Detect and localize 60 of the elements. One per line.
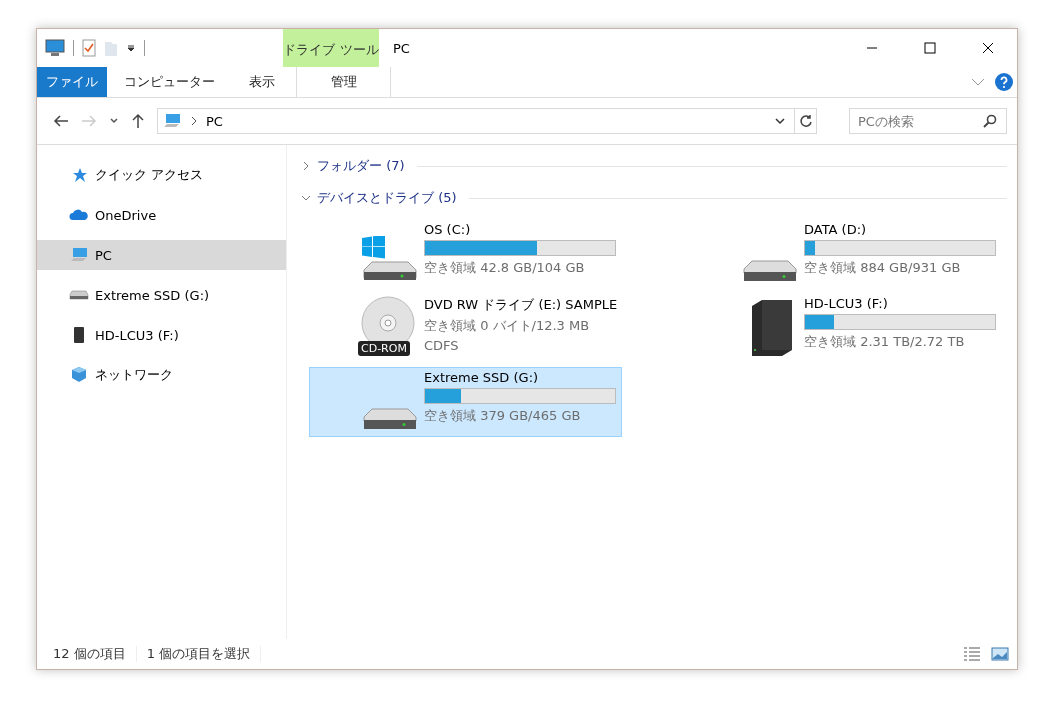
large-icons-view-icon[interactable]	[991, 646, 1009, 662]
ribbon-tab[interactable]: 管理	[296, 67, 391, 97]
group-header[interactable]: デバイスとドライブ (5)	[317, 189, 457, 207]
free-space-text: 空き領域 379 GB/465 GB	[424, 407, 582, 425]
group-header[interactable]: フォルダー (7)	[317, 157, 405, 175]
drive-name: Extreme SSD (G:)	[424, 370, 540, 385]
drive-icon	[362, 408, 418, 430]
cd-rom-label: CD-ROM	[358, 341, 410, 356]
context-tab-header: ドライブ ツール	[283, 29, 379, 67]
details-view-icon[interactable]	[963, 646, 981, 662]
free-space-text: 空き領域 2.31 TB/2.72 TB	[804, 333, 966, 351]
sidebar-item[interactable]: PC	[37, 240, 286, 270]
item-count: 12 個の項目	[53, 645, 126, 663]
address-path[interactable]: PC	[206, 113, 223, 129]
chevron-right-icon[interactable]	[190, 116, 198, 126]
free-space-text: 空き領域 884 GB/931 GB	[804, 259, 962, 277]
ribbon-tab[interactable]: コンピューター	[107, 67, 232, 97]
cloud-icon	[69, 209, 89, 221]
close-icon	[982, 42, 994, 54]
free-space-text: 空き領域 0 バイト/12.3 MB	[424, 317, 591, 335]
drive-tile[interactable]: DATA (D:) 空き領域 884 GB/931 GB	[689, 219, 1002, 289]
refresh-icon	[798, 114, 813, 128]
drive-tile[interactable]: OS (C:) 空き領域 42.8 GB/104 GB	[309, 219, 622, 289]
sidebar-item[interactable]: クイック アクセス	[37, 160, 286, 190]
computer-icon	[69, 247, 89, 263]
drive-icon	[742, 260, 798, 282]
drive-name: DATA (D:)	[804, 222, 868, 237]
windows-drive-icon	[360, 236, 418, 282]
address-bar[interactable]: PC	[157, 108, 817, 134]
up-arrow-icon[interactable]	[131, 113, 145, 129]
sidebar-item[interactable]: Extreme SSD (G:)	[37, 280, 286, 310]
chevron-down-icon[interactable]	[774, 117, 786, 125]
chevron-down-icon[interactable]	[109, 117, 119, 125]
computer-icon	[162, 113, 182, 129]
ribbon-tab[interactable]: 表示	[232, 67, 292, 97]
drive-name: DVD RW ドライブ (E:) SAMPLE	[424, 296, 618, 314]
drive-name: HD-LCU3 (F:)	[804, 296, 889, 311]
properties-icon[interactable]	[82, 39, 96, 57]
help-icon[interactable]	[995, 73, 1013, 91]
maximize-icon	[924, 42, 936, 54]
sidebar-item[interactable]: ネットワーク	[37, 360, 286, 390]
chevron-right-icon[interactable]	[301, 161, 311, 171]
search-icon	[983, 114, 997, 128]
drive-tile[interactable]: CD-ROM DVD RW ドライブ (E:) SAMPLE 空き領域 0 バイト/12.3 MB CDFS	[309, 293, 622, 363]
ribbon-tab[interactable]: ファイル	[37, 67, 107, 97]
sidebar-item[interactable]: OneDrive	[37, 200, 286, 230]
network-icon	[69, 366, 89, 384]
free-space-text: 空き領域 42.8 GB/104 GB	[424, 259, 586, 277]
drive-tile[interactable]: HD-LCU3 (F:) 空き領域 2.31 TB/2.72 TB	[689, 293, 1002, 363]
file-system-text: CDFS	[424, 338, 460, 353]
back-arrow-icon[interactable]	[53, 114, 69, 128]
selection-count: 1 個の項目を選択	[146, 645, 251, 663]
dropdown-icon[interactable]	[126, 43, 136, 53]
drive-name: OS (C:)	[424, 222, 472, 237]
drive-tile[interactable]: Extreme SSD (G:) 空き領域 379 GB/465 GB	[309, 367, 622, 437]
search-field[interactable]: PCの検索	[849, 108, 1007, 134]
computer-icon[interactable]	[45, 39, 65, 57]
sidebar-item[interactable]: HD-LCU3 (F:)	[37, 320, 286, 350]
window-title: PC	[393, 40, 410, 56]
drive-icon	[69, 290, 89, 300]
